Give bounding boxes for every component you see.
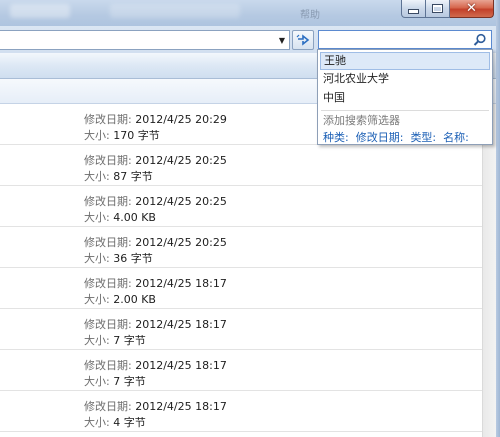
file-meta: 修改日期: 2012/4/25 20:29 大小: 170 字节 bbox=[84, 112, 227, 144]
filter-name-link[interactable]: 名称: bbox=[443, 131, 469, 144]
title-bar: 帮助 ✕ bbox=[0, 0, 500, 26]
size-value: 170 字节 bbox=[113, 129, 160, 142]
file-meta: 修改日期: 2012/4/25 18:17 大小: 2.00 KB bbox=[84, 276, 227, 308]
file-meta: 修改日期: 2012/4/25 18:17 大小: 4 字节 bbox=[84, 399, 227, 431]
filter-kind-link[interactable]: 种类: bbox=[323, 131, 349, 144]
date-value: 2012/4/25 18:17 bbox=[135, 277, 227, 290]
date-label: 修改日期: bbox=[84, 154, 132, 167]
size-label: 大小: bbox=[84, 334, 110, 347]
close-button[interactable]: ✕ bbox=[450, 0, 494, 18]
size-value: 2.00 KB bbox=[113, 293, 156, 306]
size-value: 87 字节 bbox=[113, 170, 153, 183]
file-row[interactable]: 修改日期: 2012/4/25 18:17 大小: 2.00 KB bbox=[0, 268, 482, 309]
minimize-button[interactable] bbox=[401, 0, 426, 18]
size-label: 大小: bbox=[84, 252, 110, 265]
window-frame-edge bbox=[496, 0, 500, 437]
suggestion-item[interactable]: 中国 bbox=[320, 89, 490, 107]
address-field[interactable] bbox=[0, 30, 290, 50]
size-label: 大小: bbox=[84, 211, 110, 224]
suggestion-item[interactable]: 河北农业大学 bbox=[320, 70, 490, 88]
search-icon[interactable] bbox=[473, 33, 487, 47]
size-value: 4.00 KB bbox=[113, 211, 156, 224]
size-label: 大小: bbox=[84, 375, 110, 388]
file-meta: 修改日期: 2012/4/25 18:17 大小: 7 字节 bbox=[84, 317, 227, 349]
file-row[interactable]: 修改日期: 2012/4/25 18:17 大小: 7 字节 bbox=[0, 309, 482, 350]
blurred-title-text bbox=[110, 4, 240, 18]
size-value: 7 字节 bbox=[113, 334, 146, 347]
filter-type-link[interactable]: 类型: bbox=[410, 131, 436, 144]
file-meta: 修改日期: 2012/4/25 20:25 大小: 36 字节 bbox=[84, 235, 227, 267]
size-label: 大小: bbox=[84, 416, 110, 429]
date-value: 2012/4/25 18:17 bbox=[135, 318, 227, 331]
date-label: 修改日期: bbox=[84, 236, 132, 249]
search-suggestions-popup: 王驰 河北农业大学 中国 添加搜索筛选器 种类: 修改日期: 类型: 名称: bbox=[317, 49, 493, 145]
search-input[interactable] bbox=[318, 30, 492, 49]
date-label: 修改日期: bbox=[84, 359, 132, 372]
date-value: 2012/4/25 20:25 bbox=[135, 154, 227, 167]
file-row[interactable]: 修改日期: 2012/4/25 18:17 大小: 7 字节 bbox=[0, 350, 482, 391]
date-value: 2012/4/25 20:29 bbox=[135, 113, 227, 126]
date-value: 2012/4/25 18:17 bbox=[135, 359, 227, 372]
date-label: 修改日期: bbox=[84, 195, 132, 208]
date-label: 修改日期: bbox=[84, 400, 132, 413]
size-label: 大小: bbox=[84, 129, 110, 142]
date-label: 修改日期: bbox=[84, 318, 132, 331]
size-value: 36 字节 bbox=[113, 252, 153, 265]
file-row[interactable]: 修改日期: 2012/4/25 20:25 大小: 87 字节 bbox=[0, 145, 482, 186]
size-value: 4 字节 bbox=[113, 416, 146, 429]
maximize-icon bbox=[432, 4, 443, 13]
file-row[interactable]: 修改日期: 2012/4/25 20:25 大小: 4.00 KB bbox=[0, 186, 482, 227]
file-row[interactable]: 修改日期: 2012/4/25 18:17 大小: 4 字节 bbox=[0, 391, 482, 432]
file-meta: 修改日期: 2012/4/25 20:25 大小: 87 字节 bbox=[84, 153, 227, 185]
size-value: 7 字节 bbox=[113, 375, 146, 388]
divider bbox=[321, 110, 489, 111]
minimize-icon bbox=[408, 9, 419, 14]
suggestion-item[interactable]: 王驰 bbox=[320, 52, 490, 70]
filter-section-title: 添加搜索筛选器 bbox=[323, 114, 400, 127]
maximize-button[interactable] bbox=[426, 0, 450, 18]
size-label: 大小: bbox=[84, 293, 110, 306]
search-filters: 种类: 修改日期: 类型: 名称: bbox=[323, 129, 476, 145]
date-value: 2012/4/25 18:17 bbox=[135, 400, 227, 413]
size-label: 大小: bbox=[84, 170, 110, 183]
file-row[interactable]: 修改日期: 2012/4/25 20:25 大小: 36 字节 bbox=[0, 227, 482, 268]
file-meta: 修改日期: 2012/4/25 18:17 大小: 7 字节 bbox=[84, 358, 227, 390]
date-label: 修改日期: bbox=[84, 113, 132, 126]
file-meta: 修改日期: 2012/4/25 20:25 大小: 4.00 KB bbox=[84, 194, 227, 226]
refresh-icon bbox=[296, 34, 310, 46]
blurred-title-text bbox=[10, 4, 70, 18]
date-value: 2012/4/25 20:25 bbox=[135, 195, 227, 208]
close-icon: ✕ bbox=[466, 1, 477, 16]
date-value: 2012/4/25 20:25 bbox=[135, 236, 227, 249]
date-label: 修改日期: bbox=[84, 277, 132, 290]
refresh-button[interactable] bbox=[292, 30, 314, 50]
menu-help-ghost: 帮助 bbox=[300, 10, 320, 21]
filter-date-modified-link[interactable]: 修改日期: bbox=[356, 131, 404, 144]
chevron-down-icon[interactable]: ▼ bbox=[275, 31, 289, 49]
file-list: 修改日期: 2012/4/25 20:29 大小: 170 字节 修改日期: 2… bbox=[0, 104, 482, 437]
